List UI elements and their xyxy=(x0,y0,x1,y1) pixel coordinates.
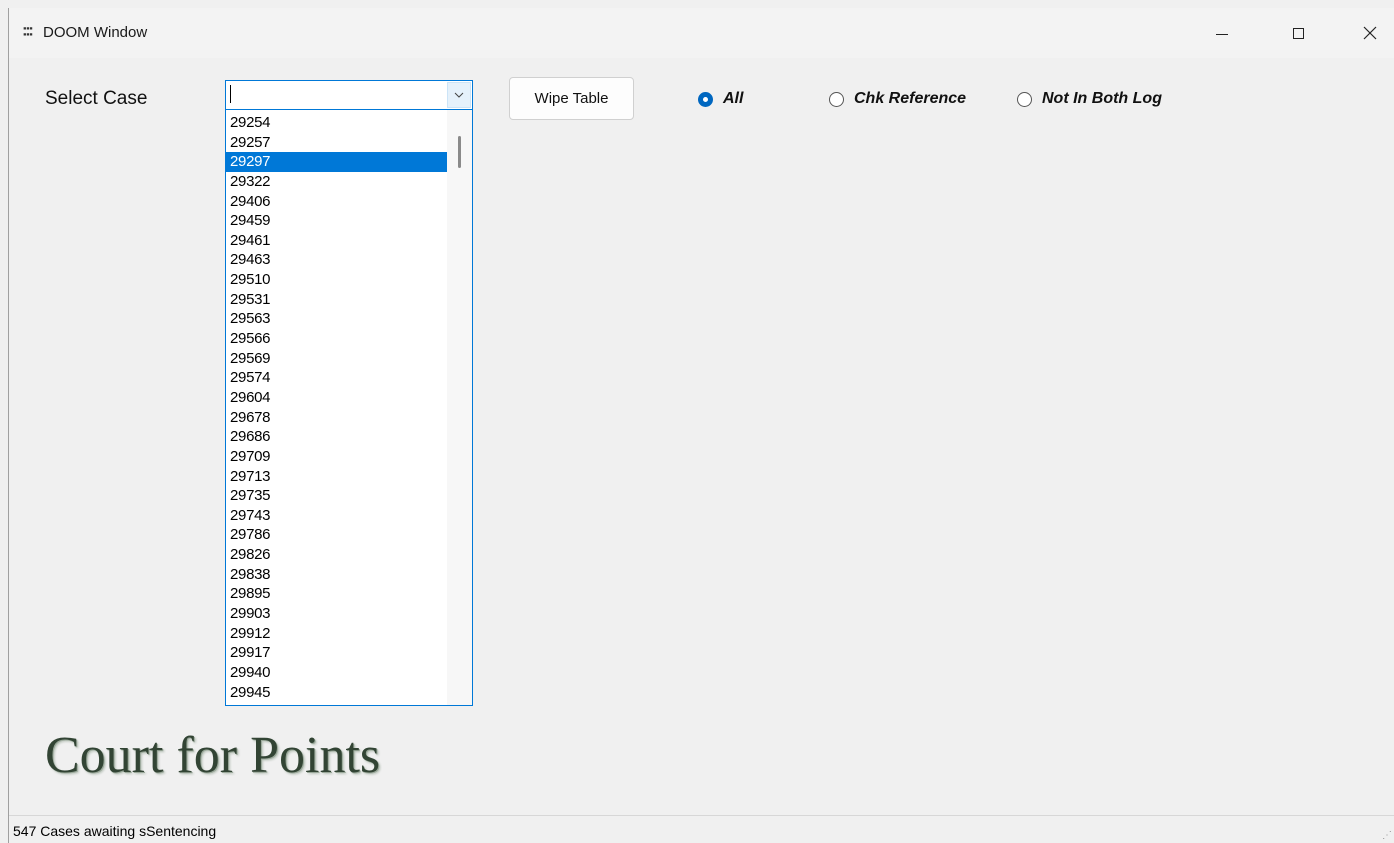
dropdown-item[interactable]: 29406 xyxy=(226,192,447,212)
dropdown-item[interactable]: 29678 xyxy=(226,408,447,428)
status-bar: 547 Cases awaiting sSentencing ⋰ xyxy=(9,815,1394,843)
minimize-button[interactable] xyxy=(1199,8,1245,58)
maximize-button[interactable] xyxy=(1275,8,1321,58)
dropdown-item[interactable]: 29531 xyxy=(226,290,447,310)
radio-all[interactable]: All xyxy=(698,90,743,108)
dropdown-item[interactable]: 29257 xyxy=(226,133,447,153)
dropdown-item[interactable]: 29912 xyxy=(226,624,447,644)
dropdown-item[interactable]: 29743 xyxy=(226,506,447,526)
radio-not-in-both-log-dot[interactable] xyxy=(1017,91,1032,107)
dropdown-item[interactable]: 29838 xyxy=(226,565,447,585)
radio-chk-reference[interactable]: Chk Reference xyxy=(829,90,966,108)
dropdown-item[interactable]: 29786 xyxy=(226,525,447,545)
close-button[interactable] xyxy=(1347,8,1393,58)
dropdown-item[interactable]: 29713 xyxy=(226,467,447,487)
title-bar[interactable]: ▪▪▪ ▪▪▪ DOOM Window xyxy=(9,8,1394,58)
dropdown-item[interactable]: 29463 xyxy=(226,250,447,270)
text-caret xyxy=(230,85,231,103)
dropdown-item[interactable]: 29569 xyxy=(226,349,447,369)
select-case-label: Select Case xyxy=(45,88,148,109)
dropdown-button[interactable] xyxy=(447,82,471,108)
dropdown-item[interactable]: 29566 xyxy=(226,329,447,349)
status-text: 547 Cases awaiting sSentencing xyxy=(13,823,217,839)
radio-not-in-both-log[interactable]: Not In Both Log xyxy=(1017,90,1162,108)
dropdown-item[interactable]: 29903 xyxy=(226,604,447,624)
radio-chk-reference-dot[interactable] xyxy=(829,91,844,107)
maximize-icon xyxy=(1292,27,1304,39)
dropdown-item[interactable]: 29895 xyxy=(226,584,447,604)
radio-all-label: All xyxy=(723,90,744,107)
dropdown-item[interactable]: 29940 xyxy=(226,663,447,683)
dropdown-item[interactable]: 29254 xyxy=(226,113,447,133)
radio-not-in-both-log-label: Not In Both Log xyxy=(1042,90,1162,107)
dropdown-item[interactable]: 29709 xyxy=(226,447,447,467)
minimize-icon xyxy=(1216,33,1228,35)
dropdown-item[interactable]: 29461 xyxy=(226,231,447,251)
close-icon xyxy=(1363,26,1377,40)
case-dropdown-list[interactable]: 29254 29257 29297 29322 29406 29459 29461 29463… xyxy=(225,109,473,706)
dropdown-item[interactable]: 29322 xyxy=(226,172,447,192)
dropdown-item[interactable]: 29604 xyxy=(226,388,447,408)
window-title: DOOM Window xyxy=(43,24,148,41)
chevron-down-icon xyxy=(454,92,464,98)
dropdown-item[interactable]: 29563 xyxy=(226,309,447,329)
dropdown-item[interactable]: 29735 xyxy=(226,486,447,506)
dropdown-item[interactable]: 29297 xyxy=(226,152,447,172)
case-combobox[interactable] xyxy=(225,80,473,110)
dropdown-item[interactable]: 29459 xyxy=(226,211,447,231)
dropdown-item[interactable]: 29510 xyxy=(226,270,447,290)
radio-chk-reference-label: Chk Reference xyxy=(854,90,967,107)
wipe-table-button[interactable]: Wipe Table xyxy=(509,77,634,120)
dropdown-item[interactable]: 29686 xyxy=(226,427,447,447)
dropdown-item[interactable]: 29574 xyxy=(226,368,447,388)
dropdown-item[interactable]: 29826 xyxy=(226,545,447,565)
doom-window: ▪▪▪ ▪▪▪ DOOM Window Select Case 29254 2925… xyxy=(8,8,1394,843)
app-icon: ▪▪▪ ▪▪▪ xyxy=(23,25,33,38)
radio-all-dot[interactable] xyxy=(698,91,713,107)
dropdown-item[interactable]: 29945 xyxy=(226,683,447,703)
dropdown-item[interactable]: 29917 xyxy=(226,643,447,663)
dropdown-scrollbar[interactable] xyxy=(447,110,472,705)
resize-grip-icon[interactable]: ⋰ xyxy=(1382,830,1392,841)
dropdown-items: 29254 29257 29297 29322 29406 29459 29461 29463… xyxy=(226,113,447,702)
scrollbar-thumb[interactable] xyxy=(458,136,461,168)
court-for-points-banner: Court for Points xyxy=(45,727,381,784)
